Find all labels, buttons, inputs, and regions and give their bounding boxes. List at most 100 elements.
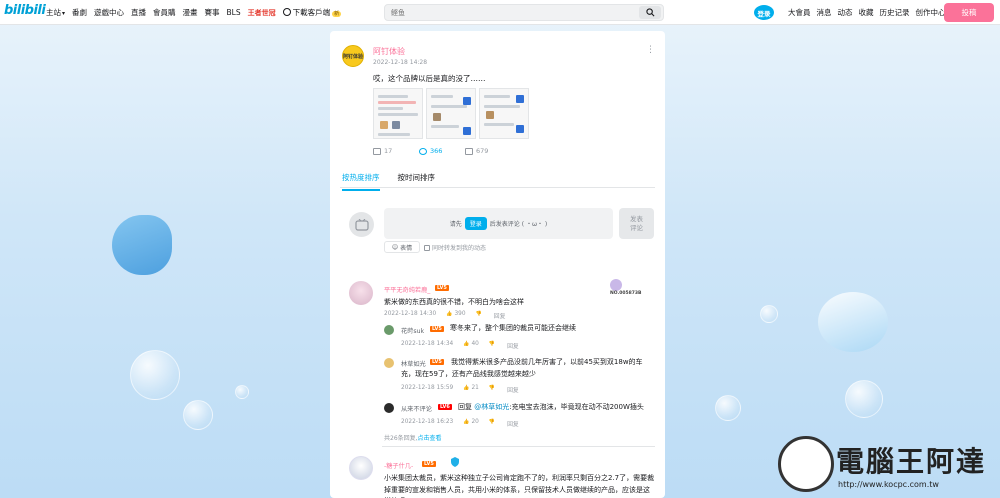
repost-checkbox-label: 同时转发到我的动态 bbox=[432, 245, 487, 252]
reply-like-button[interactable]: 390 bbox=[446, 311, 465, 320]
nav-item-creator-center[interactable]: 创作中心 bbox=[916, 7, 946, 18]
reply-text: 寒冬来了，整个集团的裁员可能还会继续 bbox=[450, 324, 576, 332]
user-avatar[interactable] bbox=[384, 403, 394, 413]
send-comment-button[interactable]: 发表 评论 bbox=[619, 208, 654, 239]
reply-meta: 2022-12-18 14:30 390 回复 bbox=[384, 311, 505, 320]
download-icon bbox=[282, 8, 291, 16]
tab-sort-hot[interactable]: 按热度排序 bbox=[342, 172, 380, 191]
bubble-decoration bbox=[130, 350, 180, 400]
nav-item-vip[interactable]: 大會員 bbox=[788, 7, 811, 18]
level-badge: LV5 bbox=[430, 326, 444, 332]
reply-username[interactable]: 平平无奇纯若鹿_ bbox=[384, 285, 430, 294]
reply-username[interactable]: 花莳suk bbox=[401, 326, 424, 335]
comment-sort-tabs: 按热度排序 按时间排序 bbox=[342, 172, 435, 191]
reply-text: 紫米做的东西真的很不错，不明白为啥会这样 bbox=[384, 298, 524, 306]
user-avatar[interactable] bbox=[384, 358, 394, 368]
reply-time: 2022-12-18 15:59 bbox=[401, 385, 454, 391]
nav-item-favorites[interactable]: 收藏 bbox=[859, 7, 874, 18]
author-avatar[interactable]: 阿钉体验 bbox=[342, 45, 364, 67]
post-image-1[interactable] bbox=[373, 88, 423, 139]
reply-meta: 2022-12-18 15:59 21 回复 bbox=[401, 385, 519, 394]
reply-button[interactable]: 回复 bbox=[507, 341, 519, 350]
like-button[interactable]: 679 bbox=[465, 147, 511, 155]
nav-item-esports[interactable]: 賽事 bbox=[205, 7, 220, 18]
post-image-3[interactable] bbox=[479, 88, 529, 139]
login-button[interactable]: 登录 bbox=[754, 5, 774, 20]
reply-meta: 2022-12-18 16:23 20 回复 bbox=[401, 419, 519, 428]
comment-button[interactable]: 366 bbox=[419, 147, 465, 155]
watermark-url: http://www.kocpc.com.tw bbox=[838, 480, 939, 489]
bubble-decoration bbox=[845, 380, 883, 418]
bubble-decoration bbox=[183, 400, 213, 430]
like-count: 679 bbox=[476, 147, 489, 155]
repost-button[interactable]: 17 bbox=[373, 147, 419, 155]
watermark-mascot-icon bbox=[778, 436, 834, 492]
author-name[interactable]: 阿钉体验 bbox=[373, 46, 405, 57]
reply-button[interactable]: 回复 bbox=[507, 419, 519, 428]
emoji-button[interactable]: ☺ 表情 bbox=[384, 241, 420, 253]
top-nav-bar: bilibili 主站 番劇 遊戲中心 直播 會員購 漫畫 賽事 BLS 王者世… bbox=[0, 0, 1000, 25]
reply-button[interactable]: 回复 bbox=[494, 311, 506, 320]
tab-sort-time[interactable]: 按时间排序 bbox=[398, 172, 436, 191]
repost-checkbox[interactable]: 同时转发到我的动态 bbox=[424, 243, 486, 252]
reply-username[interactable]: 从来不评论 bbox=[401, 404, 432, 413]
search-icon bbox=[645, 8, 654, 17]
nav-item-download[interactable]: 下載客戶端新 bbox=[282, 7, 342, 18]
shield-badge-icon bbox=[450, 457, 466, 469]
mention-link[interactable]: @林草如光 bbox=[474, 403, 509, 411]
user-nav: 登录 大會員 消息 动态 收藏 历史记录 创作中心 bbox=[754, 5, 946, 20]
repost-icon bbox=[373, 147, 381, 155]
nav-item-live[interactable]: 直播 bbox=[131, 7, 146, 18]
bubble-decoration bbox=[235, 385, 249, 399]
nav-item-messages[interactable]: 消息 bbox=[817, 7, 832, 18]
nav-item-game-event[interactable]: 王者世冠 bbox=[248, 8, 276, 18]
nav-item-mall[interactable]: 會員購 bbox=[153, 7, 176, 18]
reply-dislike-button[interactable] bbox=[489, 385, 497, 394]
watermark-title: 電腦王阿達 bbox=[836, 445, 987, 478]
bubble-decoration bbox=[715, 395, 741, 421]
divider bbox=[382, 446, 655, 447]
more-options-icon[interactable]: ⋮ bbox=[646, 45, 655, 55]
bubble-decoration bbox=[760, 305, 778, 323]
reply-like-button[interactable]: 20 bbox=[463, 419, 478, 428]
search-button[interactable] bbox=[639, 6, 661, 19]
level-badge: LV6 bbox=[438, 404, 452, 410]
user-avatar[interactable] bbox=[384, 325, 394, 335]
nav-item-dynamics[interactable]: 动态 bbox=[838, 7, 853, 18]
reply-username[interactable]: -糖子什几- bbox=[384, 461, 413, 470]
view-more-link[interactable]: 点击查看 bbox=[418, 435, 442, 442]
reply-time: 2022-12-18 14:30 bbox=[384, 311, 437, 317]
post-image-2[interactable] bbox=[426, 88, 476, 139]
nav-item-anime[interactable]: 番劇 bbox=[72, 7, 87, 18]
nav-item-manga[interactable]: 漫畫 bbox=[183, 7, 198, 18]
user-avatar[interactable] bbox=[349, 456, 373, 480]
nav-item-home[interactable]: 主站 bbox=[46, 7, 65, 18]
search-input[interactable] bbox=[391, 7, 631, 19]
comment-input[interactable]: 请先 登录 后发表评论 ( ・ω・ ) bbox=[384, 208, 613, 239]
nav-item-bls[interactable]: BLS bbox=[227, 8, 241, 17]
comment-login-button[interactable]: 登录 bbox=[464, 217, 487, 230]
reply-meta: 2022-12-18 14:34 40 回复 bbox=[401, 341, 519, 350]
post-stats: 17 366 679 bbox=[373, 147, 511, 155]
upload-button[interactable]: 投稿 bbox=[944, 3, 994, 22]
bilibili-logo[interactable]: bilibili bbox=[4, 3, 46, 21]
reply-dislike-button[interactable] bbox=[489, 341, 497, 350]
emoji-label: 表情 bbox=[400, 244, 413, 252]
reply-text: 回复 @林草如光:充电宝去泡沫，毕竟现在动不动200W插头 bbox=[458, 402, 658, 414]
nav-item-history[interactable]: 历史记录 bbox=[880, 7, 910, 18]
emoji-icon: ☺ bbox=[391, 243, 399, 251]
reply-dislike-button[interactable] bbox=[489, 419, 497, 428]
download-label: 下載客戶端 bbox=[292, 8, 331, 17]
reply-dislike-button[interactable] bbox=[476, 311, 484, 320]
main-nav: 主站 番劇 遊戲中心 直播 會員購 漫畫 賽事 BLS 王者世冠 下載客戶端新 bbox=[46, 7, 342, 18]
reply-like-button[interactable]: 21 bbox=[463, 385, 478, 394]
repost-count: 17 bbox=[384, 147, 393, 155]
reply-button[interactable]: 回复 bbox=[507, 385, 519, 394]
checkbox-icon bbox=[424, 244, 430, 251]
nav-item-game-center[interactable]: 遊戲中心 bbox=[94, 7, 124, 18]
user-avatar[interactable] bbox=[349, 281, 373, 305]
reply-like-button[interactable]: 40 bbox=[463, 341, 478, 350]
divider bbox=[340, 187, 655, 188]
level-badge: LV5 bbox=[435, 285, 449, 291]
reply-time: 2022-12-18 16:23 bbox=[401, 419, 454, 425]
